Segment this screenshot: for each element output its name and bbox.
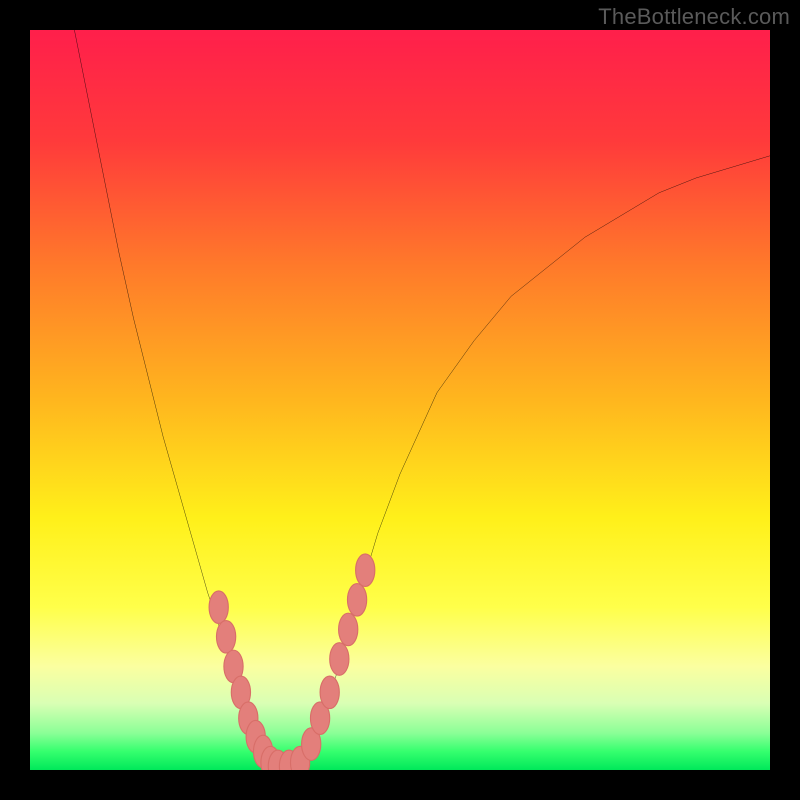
chart-svg [30, 30, 770, 770]
chart-frame: TheBottleneck.com [0, 0, 800, 800]
watermark-text: TheBottleneck.com [598, 4, 790, 30]
marker-point [347, 584, 366, 617]
gradient-background [30, 30, 770, 770]
marker-point [339, 613, 358, 646]
marker-point [216, 621, 235, 654]
marker-point [330, 643, 349, 676]
marker-point [356, 554, 375, 587]
marker-point [320, 676, 339, 709]
marker-point [209, 591, 228, 624]
plot-area [30, 30, 770, 770]
